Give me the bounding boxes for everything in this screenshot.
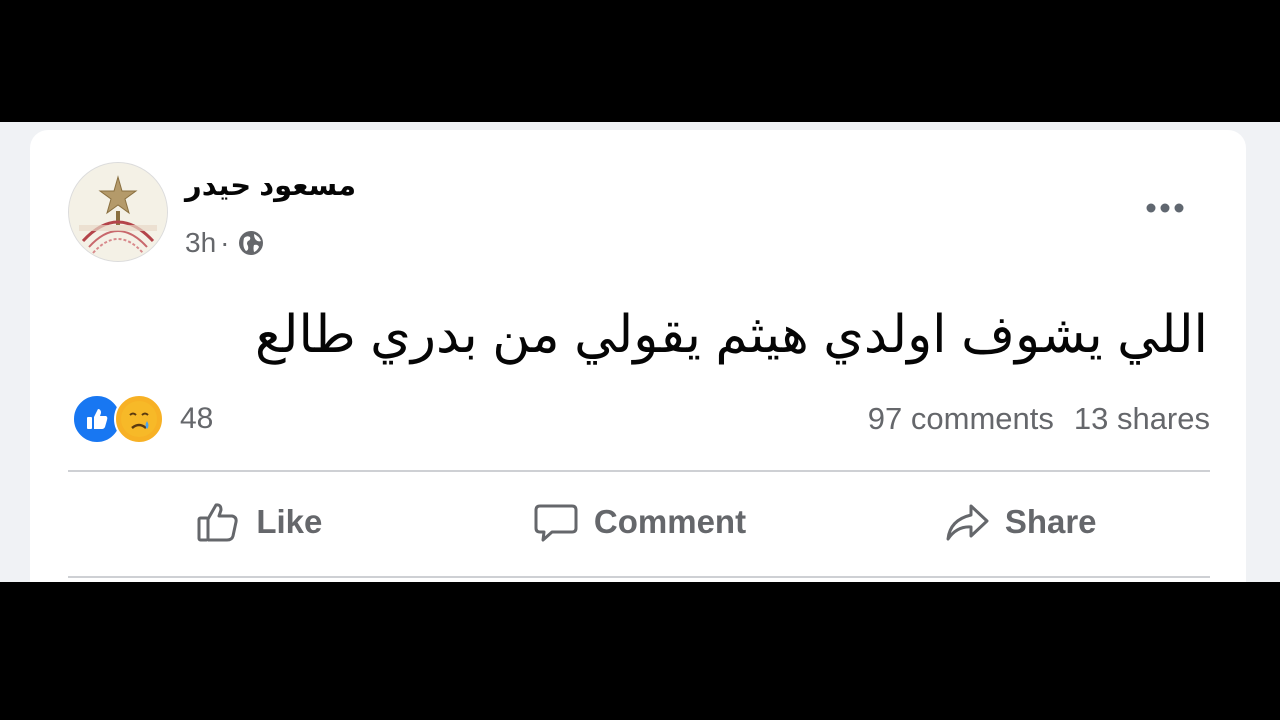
page-logo-icon	[69, 163, 167, 261]
reactions-summary[interactable]: 48	[72, 394, 213, 444]
feed-background: مسعود حيدر 3h · اللي يشوف اولدي هيثم يقو…	[0, 122, 1280, 582]
more-options-button[interactable]	[1140, 190, 1190, 226]
more-options-icon	[1146, 203, 1184, 213]
actions-divider	[68, 576, 1210, 578]
avatar[interactable]	[68, 162, 168, 262]
like-button[interactable]: Like	[68, 472, 449, 572]
post-meta: 3h ·	[185, 226, 265, 260]
share-icon	[946, 504, 989, 541]
shares-count-link[interactable]: 13 shares	[1074, 401, 1210, 437]
post-action-bar: Like Comment Share	[68, 472, 1210, 572]
like-label: Like	[256, 503, 323, 540]
share-label: Share	[1004, 503, 1097, 540]
post-timestamp[interactable]: 3h	[185, 227, 216, 259]
post-stats: 97 comments 13 shares	[868, 396, 1210, 442]
care-reaction-icon	[114, 394, 164, 444]
comment-label: Comment	[593, 503, 747, 540]
reaction-count: 48	[180, 402, 214, 435]
comments-count-link[interactable]: 97 comments	[868, 401, 1054, 437]
like-icon	[197, 503, 238, 542]
comment-icon	[534, 504, 578, 542]
globe-icon[interactable]	[237, 229, 265, 257]
share-button[interactable]: Share	[829, 472, 1210, 572]
comment-button[interactable]: Comment	[449, 472, 830, 572]
post-card: مسعود حيدر 3h · اللي يشوف اولدي هيثم يقو…	[30, 130, 1246, 582]
post-text: اللي يشوف اولدي هيثم يقولي من بدري طالع	[254, 306, 1208, 364]
meta-separator: ·	[220, 227, 230, 258]
post-author-name[interactable]: مسعود حيدر	[185, 168, 356, 203]
